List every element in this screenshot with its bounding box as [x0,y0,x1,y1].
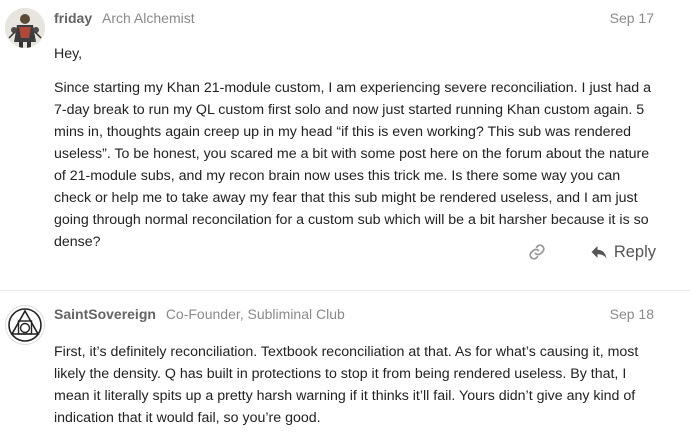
reply-label: Reply [613,242,656,261]
post-date[interactable]: Sep 17 [610,8,654,28]
post-paragraph: Hey, [54,46,83,62]
post-saintsovereign: SaintSovereign Co-Founder, Subliminal Cl… [0,290,690,435]
post-friday: friday Arch Alchemist Sep 17 Hey, Since … [0,0,690,290]
post-meta: friday Arch Alchemist Sep 17 [54,8,654,28]
username[interactable]: SaintSovereign [54,306,156,322]
post-meta: SaintSovereign Co-Founder, Subliminal Cl… [54,304,654,324]
post-date[interactable]: Sep 18 [610,304,654,324]
post-actions: Reply [526,240,656,264]
reply-arrow-icon [590,243,608,261]
link-icon[interactable] [526,241,548,263]
username[interactable]: friday [54,10,92,26]
alchemy-symbol-avatar-icon[interactable] [5,305,45,345]
reply-button[interactable]: Reply [590,243,656,262]
alchemist-avatar-icon[interactable] [5,8,45,48]
post-paragraph: Since starting my Khan 21-module custom,… [54,80,651,250]
user-title: Arch Alchemist [102,10,195,26]
post-paragraph: First, it’s definitely reconciliation. T… [54,344,639,426]
user-title: Co-Founder, Subliminal Club [165,306,345,322]
